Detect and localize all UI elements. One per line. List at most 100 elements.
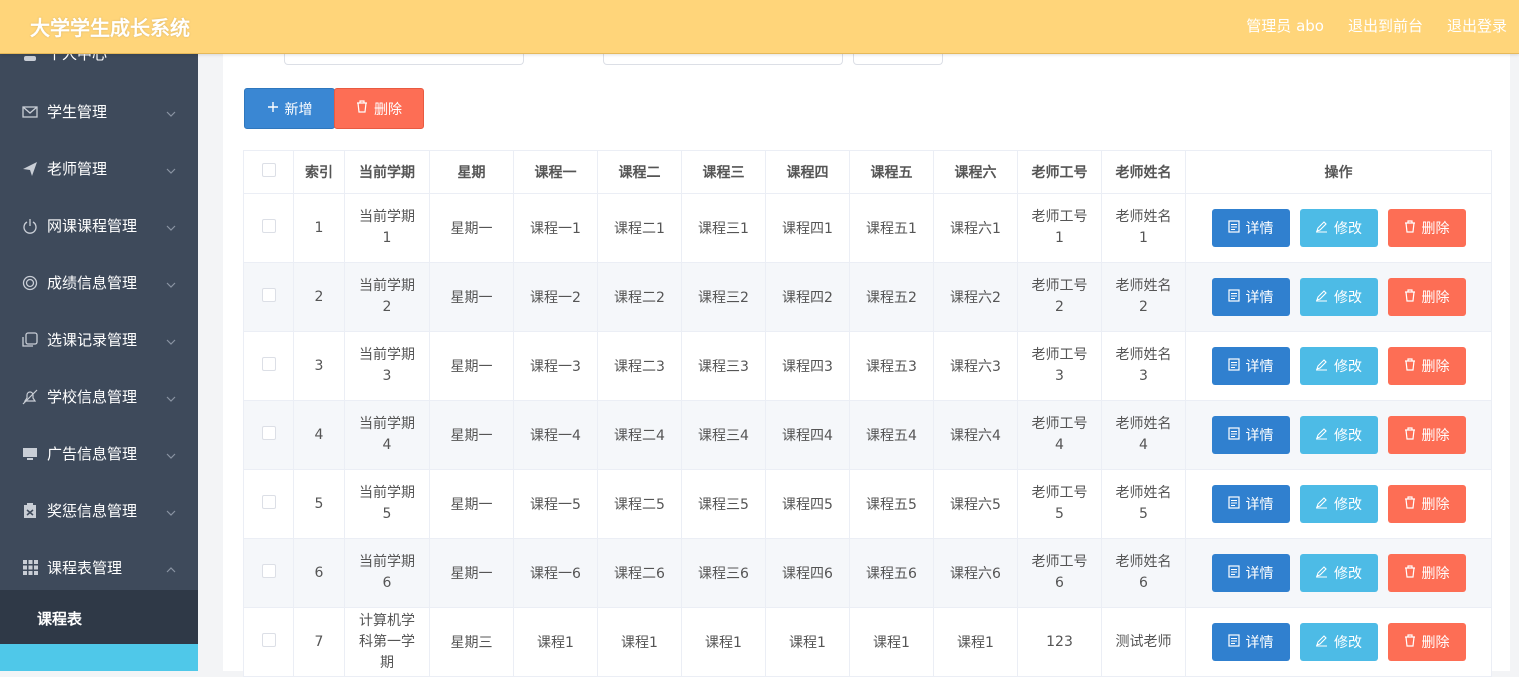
sidebar-item-label: 老师管理 [47, 160, 108, 178]
sidebar-item-online-course-management[interactable]: 网课课程管理 [0, 197, 198, 254]
sidebar-item-grade-management[interactable]: 成绩信息管理 [0, 254, 198, 311]
delete-button[interactable]: 删除 [1387, 554, 1466, 592]
row-checkbox-cell[interactable] [243, 331, 294, 401]
row-checkbox-cell[interactable] [243, 193, 294, 263]
add-button[interactable]: 新增 [244, 88, 335, 129]
sidebar-item-teacher-management[interactable]: 老师管理 [0, 140, 198, 197]
document-icon [1227, 633, 1240, 651]
column-header: 课程三 [681, 150, 766, 194]
row-checkbox-cell[interactable] [243, 469, 294, 539]
add-button-label: 新增 [284, 101, 313, 118]
row-checkbox-cell[interactable] [243, 538, 294, 608]
course4-cell: 课程四4 [765, 400, 850, 470]
delete-button[interactable]: 删除 [1387, 209, 1466, 247]
detail-button[interactable]: 详情 [1211, 278, 1290, 316]
detail-button[interactable]: 详情 [1211, 416, 1290, 454]
cell-line: 4 [382, 437, 392, 453]
cell-line: 当前学期 [359, 485, 415, 501]
sidebar-item-ad-info-management[interactable]: 广告信息管理 [0, 425, 198, 482]
row-checkbox-cell[interactable] [243, 400, 294, 470]
term-cell: 当前学期 2 [344, 262, 430, 332]
sidebar-item-school-info-management[interactable]: 学校信息管理 [0, 368, 198, 425]
course1-cell: 课程一2 [513, 262, 598, 332]
detail-button[interactable]: 详情 [1211, 347, 1290, 385]
row-checkbox[interactable] [261, 426, 276, 440]
cell-line: 5 [1055, 506, 1064, 522]
chevron-down-icon [166, 274, 176, 292]
cell-line: 5 [1139, 506, 1148, 522]
index-cell: 1 [293, 193, 345, 263]
edit-button[interactable]: 修改 [1299, 416, 1378, 454]
detail-label: 详情 [1245, 566, 1274, 582]
delete-button[interactable]: 删除 [1387, 347, 1466, 385]
course3-cell: 课程三1 [681, 193, 766, 263]
cell-line: 1 [1055, 230, 1064, 246]
search-input-weekday[interactable] [603, 53, 843, 65]
course4-cell: 课程1 [765, 607, 850, 677]
edit-button[interactable]: 修改 [1299, 485, 1378, 523]
trash-icon [1404, 633, 1416, 651]
course3-cell: 课程三3 [681, 331, 766, 401]
row-checkbox[interactable] [261, 219, 276, 233]
course5-cell: 课程五4 [849, 400, 934, 470]
cell-line: 老师姓名 [1115, 554, 1172, 570]
edit-button[interactable]: 修改 [1299, 278, 1378, 316]
detail-label: 详情 [1245, 221, 1274, 237]
delete-button[interactable]: 删除 [1387, 485, 1466, 523]
actions-cell: 详情 修改 删除 [1185, 607, 1492, 677]
detail-button[interactable]: 详情 [1211, 554, 1290, 592]
table-header-row: 索引 当前学期 星期 课程一 课程二 课程三 课程四 课程五 课程六 老师工号 … [243, 150, 1492, 194]
actions-cell: 详情 修改 删除 [1185, 400, 1492, 470]
sidebar-item-enrollment-record-management[interactable]: 选课记录管理 [0, 311, 198, 368]
detail-button[interactable]: 详情 [1211, 209, 1290, 247]
sidebar-item-personal-center[interactable]: 个人中心 [0, 53, 198, 82]
teacher-name-cell: 老师姓名 1 [1101, 193, 1186, 263]
logout-link[interactable]: 退出登录 [1447, 15, 1507, 36]
chevron-down-icon [166, 217, 176, 235]
select-all-checkbox-cell[interactable] [243, 150, 294, 194]
search-input-term[interactable] [284, 53, 524, 65]
course5-cell: 课程五3 [849, 331, 934, 401]
course6-cell: 课程六3 [933, 331, 1018, 401]
row-checkbox-cell[interactable] [243, 607, 294, 677]
row-checkbox[interactable] [261, 495, 276, 509]
delete-button[interactable]: 删除 [1387, 623, 1466, 661]
sidebar-item-admin-management[interactable] [0, 644, 198, 671]
chevron-up-icon [166, 559, 176, 577]
bulk-delete-button[interactable]: 删除 [334, 88, 424, 129]
pencil-icon [1315, 565, 1328, 582]
delete-button[interactable]: 删除 [1387, 416, 1466, 454]
row-checkbox[interactable] [261, 633, 276, 647]
edit-label: 修改 [1334, 359, 1362, 375]
cell-line: 老师姓名 [1115, 416, 1172, 432]
pencil-icon [1315, 358, 1328, 375]
detail-button[interactable]: 详情 [1211, 485, 1290, 523]
sidebar-item-reward-punishment-management[interactable]: 奖惩信息管理 [0, 482, 198, 539]
row-checkbox[interactable] [261, 357, 276, 371]
weekday-cell: 星期三 [429, 607, 514, 677]
row-checkbox-cell[interactable] [243, 262, 294, 332]
course2-cell: 课程二1 [597, 193, 682, 263]
edit-button[interactable]: 修改 [1299, 623, 1378, 661]
cell-line: 5 [382, 506, 392, 522]
trash-icon [1404, 288, 1416, 306]
sidebar-item-student-management[interactable]: 学生管理 [0, 83, 198, 140]
detail-button[interactable]: 详情 [1211, 623, 1290, 661]
sidebar-item-label: 学校信息管理 [47, 388, 138, 406]
trash-icon [356, 100, 368, 117]
row-checkbox[interactable] [261, 288, 276, 302]
edit-button[interactable]: 修改 [1299, 209, 1378, 247]
edit-button[interactable]: 修改 [1299, 554, 1378, 592]
course3-cell: 课程1 [681, 607, 766, 677]
sidebar-subitem-timetable[interactable]: 课程表 [0, 590, 198, 647]
course1-cell: 课程一3 [513, 331, 598, 401]
edit-button[interactable]: 修改 [1299, 347, 1378, 385]
cell-line: 老师姓名 [1115, 485, 1172, 501]
back-to-frontend-link[interactable]: 退出到前台 [1348, 15, 1423, 36]
sidebar-item-timetable-management[interactable]: 课程表管理 [0, 539, 198, 596]
delete-button[interactable]: 删除 [1387, 278, 1466, 316]
admin-user-link[interactable]: 管理员 abo [1246, 15, 1324, 36]
select-all-checkbox[interactable] [261, 163, 276, 177]
row-checkbox[interactable] [261, 564, 276, 578]
search-button[interactable] [853, 53, 943, 65]
